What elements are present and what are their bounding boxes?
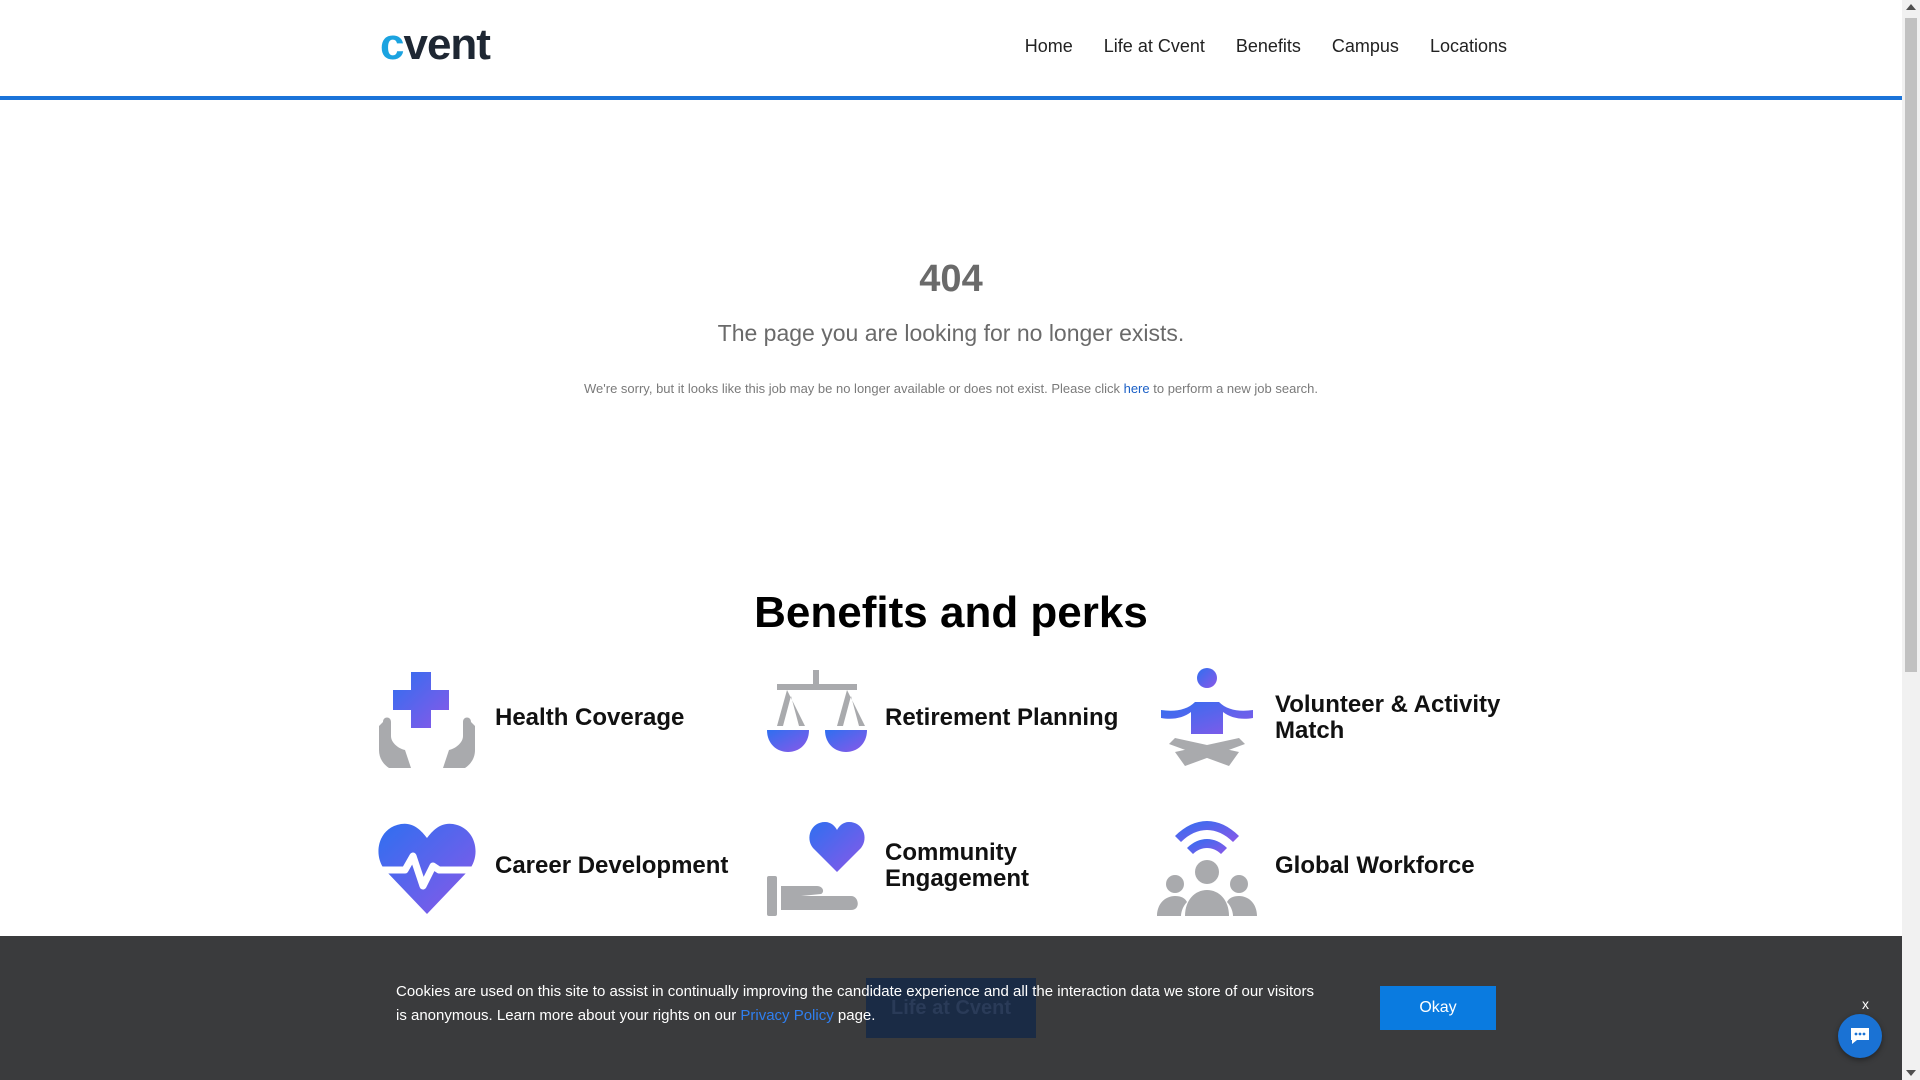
benefit-label: Retirement Planning bbox=[885, 703, 1119, 731]
benefit-community-engagement: Community Engagement bbox=[765, 813, 1145, 918]
cookie-banner: Life at Cvent Cookies are used on this s… bbox=[0, 936, 1902, 1080]
scales-icon bbox=[767, 669, 867, 752]
nav-life-at-cvent[interactable]: Life at Cvent bbox=[1104, 36, 1205, 57]
heart-hand-icon bbox=[767, 821, 865, 916]
chat-button[interactable] bbox=[1838, 1014, 1882, 1058]
nav-locations[interactable]: Locations bbox=[1430, 36, 1507, 57]
benefit-career-development: Career Development bbox=[375, 813, 755, 918]
error-message: We're sorry, but it looks like this job … bbox=[0, 381, 1902, 396]
close-icon[interactable]: x bbox=[1862, 996, 1869, 1012]
nav-benefits[interactable]: Benefits bbox=[1236, 36, 1301, 57]
logo-c: c bbox=[380, 20, 405, 69]
page-scrollbar[interactable] bbox=[1902, 0, 1920, 1080]
new-search-link[interactable]: here bbox=[1124, 381, 1150, 396]
nav-campus[interactable]: Campus bbox=[1332, 36, 1399, 57]
error-code: 404 bbox=[919, 258, 983, 300]
heartbeat-icon bbox=[377, 823, 477, 914]
benefits-title: Benefits and perks bbox=[754, 588, 1148, 637]
benefit-label: Global Workforce bbox=[1275, 851, 1475, 879]
benefit-label: Career Development bbox=[495, 851, 729, 879]
nav-home[interactable]: Home bbox=[1025, 36, 1073, 57]
logo-text: vent bbox=[403, 20, 490, 69]
cookie-text-after: page. bbox=[833, 1007, 876, 1024]
scroll-down-icon[interactable] bbox=[1906, 1070, 1916, 1076]
benefit-label: Community Engagement bbox=[885, 838, 1030, 892]
benefit-health-coverage: Health Coverage bbox=[375, 665, 755, 770]
benefit-retirement-planning: Retirement Planning bbox=[765, 665, 1145, 770]
benefit-label: Volunteer & Activity Match bbox=[1275, 690, 1501, 744]
error-message-after: to perform a new job search. bbox=[1149, 381, 1318, 396]
error-title: The page you are looking for no longer e… bbox=[717, 320, 1185, 346]
site-header: c vent Home Life at Cvent Benefits Campus… bbox=[0, 0, 1902, 100]
cookie-text: Cookies are used on this site to assist … bbox=[396, 980, 1316, 1028]
benefit-global-workforce: Global Workforce bbox=[1155, 813, 1535, 918]
benefit-volunteer-activity-match: Volunteer & Activity Match bbox=[1155, 665, 1535, 770]
scroll-thumb[interactable] bbox=[1905, 18, 1917, 672]
privacy-policy-link[interactable]: Privacy Policy bbox=[740, 1007, 833, 1024]
scroll-up-icon[interactable] bbox=[1906, 4, 1916, 10]
meditation-icon bbox=[1161, 667, 1253, 766]
global-workforce-icon bbox=[1157, 820, 1257, 916]
okay-button[interactable]: Okay bbox=[1380, 986, 1496, 1030]
main-nav: Home Life at Cvent Benefits Campus Locat… bbox=[1025, 36, 1507, 57]
error-message-before: We're sorry, but it looks like this job … bbox=[584, 381, 1124, 396]
benefit-label: Health Coverage bbox=[495, 703, 685, 731]
health-coverage-icon bbox=[379, 671, 475, 768]
chat-bubble-icon bbox=[1851, 1028, 1869, 1044]
cvent-logo[interactable]: c vent bbox=[380, 20, 491, 70]
